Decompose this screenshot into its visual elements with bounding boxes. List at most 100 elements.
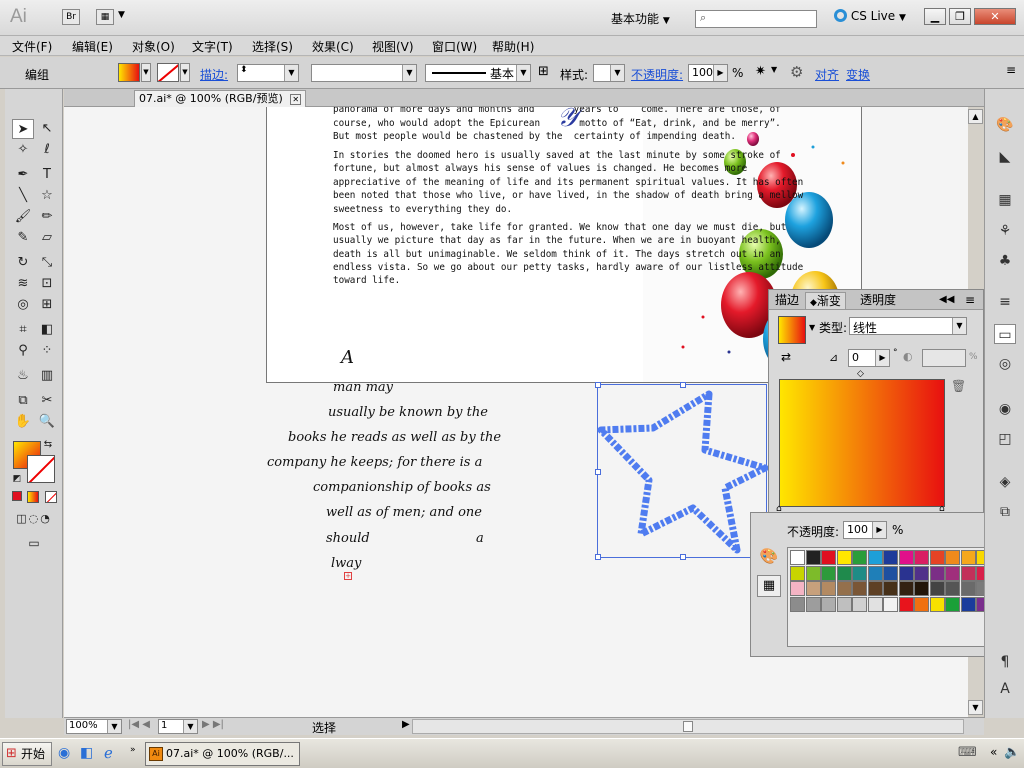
color-swatch[interactable]: [914, 581, 929, 596]
menu-view[interactable]: 视图(V): [372, 38, 414, 55]
menu-help[interactable]: 帮助(H): [492, 38, 534, 55]
color-swatch[interactable]: [867, 596, 883, 612]
swatch-opacity-field[interactable]: 100 ▶: [843, 521, 887, 539]
brushes-panel-icon[interactable]: ⚘: [994, 221, 1016, 241]
color-swatch[interactable]: [929, 596, 945, 612]
start-button[interactable]: ⊞ 开始: [2, 742, 52, 766]
scroll-up-arrow-icon[interactable]: ▲: [968, 109, 983, 124]
line-tool-icon[interactable]: ╲: [12, 186, 34, 206]
gradient-type-select[interactable]: 线性 ▼: [849, 317, 967, 335]
color-swatch[interactable]: [867, 550, 883, 565]
quick-launch-more-icon[interactable]: »: [130, 745, 136, 755]
zoom-level-select[interactable]: 100% ▼: [66, 719, 122, 734]
menu-effect[interactable]: 效果(C): [312, 38, 354, 55]
panel-menu-icon[interactable]: ≡: [965, 293, 975, 307]
stroke-swatch[interactable]: [157, 63, 179, 82]
color-guide-panel-icon[interactable]: ◣: [994, 147, 1016, 167]
menu-edit[interactable]: 编辑(E): [72, 38, 113, 55]
color-swatch[interactable]: [883, 596, 898, 612]
transparency-panel-icon[interactable]: ◎: [994, 354, 1016, 374]
warp-tool-icon[interactable]: ≋: [12, 274, 34, 294]
eraser-tool-icon[interactable]: ▱: [36, 228, 58, 248]
menu-window[interactable]: 窗口(W): [432, 38, 477, 55]
variable-width-profile-field[interactable]: ▼: [311, 64, 417, 82]
color-swatch[interactable]: [790, 581, 805, 596]
swatches-panel-icon[interactable]: ▦: [994, 190, 1016, 210]
zoom-tool-icon[interactable]: 🔍: [36, 412, 58, 432]
stroke-dropdown-chevron-icon[interactable]: ▼: [180, 63, 190, 82]
color-swatch[interactable]: [883, 565, 898, 581]
menu-select[interactable]: 选择(S): [252, 38, 293, 55]
direct-selection-tool-icon[interactable]: ↖: [36, 119, 58, 139]
live-paint-tool-icon[interactable]: ⊞: [36, 295, 58, 315]
stroke-link[interactable]: 描边:: [200, 66, 228, 83]
color-swatch[interactable]: [929, 550, 945, 565]
color-swatch[interactable]: [898, 596, 914, 612]
color-swatch[interactable]: [898, 550, 914, 565]
keyboard-icon[interactable]: ⌨: [958, 745, 977, 760]
midpoint-diamond-icon[interactable]: ◇: [857, 369, 864, 379]
gradient-preset-chevron-icon[interactable]: ▼: [809, 323, 815, 332]
paintbrush-tool-icon[interactable]: 🖌: [12, 207, 34, 227]
color-swatch[interactable]: [805, 581, 821, 596]
angle-field[interactable]: 0 ▶: [848, 349, 890, 367]
default-colors-icon[interactable]: ◩: [11, 469, 23, 489]
lasso-tool-icon[interactable]: ℓ: [36, 140, 58, 160]
status-mode[interactable]: 选择: [312, 719, 336, 736]
color-swatch[interactable]: [960, 581, 976, 596]
color-swatch[interactable]: [945, 565, 960, 581]
rotate-tool-icon[interactable]: ↻: [12, 253, 34, 273]
tray-expand-icon[interactable]: «: [990, 745, 997, 759]
symbols-panel-icon[interactable]: ♣: [994, 251, 1016, 271]
color-swatch[interactable]: [914, 565, 929, 581]
tab-transparency[interactable]: 透明度: [856, 292, 900, 309]
menu-object[interactable]: 对象(O): [132, 38, 175, 55]
color-swatch[interactable]: [960, 550, 976, 565]
shape-builder-tool-icon[interactable]: ◎: [12, 295, 34, 315]
taskbar-item-illustrator[interactable]: Ai 07.ai* @ 100% (RGB/...: [145, 742, 300, 766]
color-swatch[interactable]: [790, 596, 805, 612]
gradient-mode-icon[interactable]: [27, 491, 39, 503]
hand-tool-icon[interactable]: ✋: [12, 412, 34, 432]
color-swatch[interactable]: [836, 565, 852, 581]
gradient-panel-icon[interactable]: ▭: [994, 324, 1016, 344]
color-swatch[interactable]: [929, 565, 945, 581]
transform-link[interactable]: 变换: [846, 66, 870, 83]
color-swatch[interactable]: [790, 550, 805, 565]
stroke-panel-icon[interactable]: ≡: [994, 292, 1016, 312]
bridge-button[interactable]: Br: [62, 9, 80, 25]
color-swatch[interactable]: [821, 550, 836, 565]
star-shape[interactable]: [597, 384, 772, 560]
opacity-link[interactable]: 不透明度:: [631, 66, 683, 83]
tab-gradient[interactable]: ◆渐变: [805, 292, 846, 309]
scroll-thumb[interactable]: [683, 721, 693, 732]
internet-explorer-icon[interactable]: ℯ: [104, 744, 113, 762]
color-swatch[interactable]: [805, 596, 821, 612]
fill-swatch[interactable]: [118, 63, 140, 82]
color-swatch[interactable]: [836, 581, 852, 596]
symbol-sprayer-tool-icon[interactable]: ♨: [12, 366, 34, 386]
layers-panel-icon[interactable]: ◈: [994, 472, 1016, 492]
color-guide-icon[interactable]: 🎨: [757, 547, 781, 569]
color-swatch[interactable]: [867, 565, 883, 581]
graphic-style-field[interactable]: ▼: [593, 64, 625, 82]
minimize-button[interactable]: ▁: [924, 8, 946, 25]
color-swatch[interactable]: [945, 596, 960, 612]
drawing-modes-icon[interactable]: ◫◌◔: [9, 509, 59, 529]
paragraph-panel-icon[interactable]: ¶: [994, 652, 1016, 672]
workspace-switcher[interactable]: 基本功能 ▼: [611, 10, 670, 27]
status-menu-arrow-icon[interactable]: ▶: [402, 719, 410, 730]
scroll-down-arrow-icon[interactable]: ▼: [968, 700, 983, 715]
align-link[interactable]: 对齐: [815, 66, 839, 83]
brush-definition-field[interactable]: 基本 ▼: [425, 64, 531, 82]
color-swatch[interactable]: [805, 550, 821, 565]
blob-brush-tool-icon[interactable]: ✎: [12, 228, 34, 248]
magic-wand-tool-icon[interactable]: ✧: [12, 140, 34, 160]
blend-tool-icon[interactable]: ⁘: [36, 341, 58, 361]
gear-icon[interactable]: ⚙: [790, 63, 803, 81]
swap-colors-icon[interactable]: ⇆: [41, 435, 55, 455]
gradient-tool-icon[interactable]: ◧: [36, 320, 58, 340]
slice-tool-icon[interactable]: ✂: [36, 391, 58, 411]
mesh-tool-icon[interactable]: ⌗: [12, 320, 34, 340]
media-player-icon[interactable]: ◉: [58, 745, 70, 761]
